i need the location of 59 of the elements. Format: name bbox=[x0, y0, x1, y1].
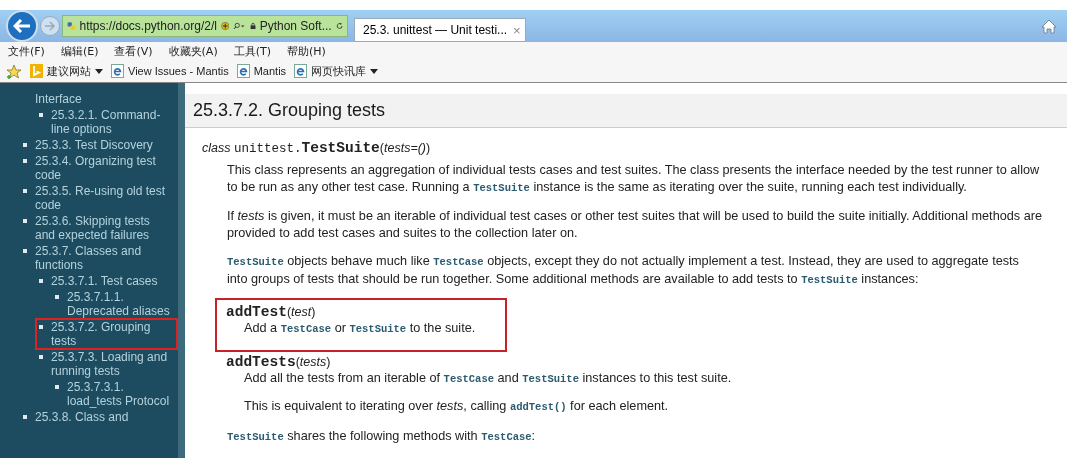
web-page-icon bbox=[294, 64, 308, 78]
section-heading: 25.3.7.2. Grouping tests bbox=[185, 94, 1067, 128]
menu-item[interactable]: 编辑(E) bbox=[60, 43, 99, 59]
paragraph-line: TestSuite shares the following methods with TestCase: bbox=[227, 428, 537, 445]
tab-title: 25.3. unittest — Unit testi... bbox=[363, 23, 508, 37]
menu-item[interactable]: 文件(F) bbox=[8, 43, 45, 59]
sidebar-link[interactable]: 25.3.8. Class and bbox=[19, 408, 134, 426]
address-bar[interactable]: https://docs.python.org/2/l Python Soft... bbox=[62, 15, 348, 37]
sidebar-link[interactable]: 25.3.7.1. Test cases bbox=[35, 272, 163, 290]
paragraph-line: Add all the tests from an iterable of TestCase and TestSuite instances to this test suite. bbox=[244, 370, 732, 387]
sidebar-link[interactable]: Interface bbox=[19, 90, 87, 108]
sidebar-link[interactable]: 25.3.2.1. Command-line options bbox=[35, 106, 178, 138]
paragraph-line: Add a TestCase or TestSuite to the suite. bbox=[244, 320, 476, 337]
paragraph-line: into groups of tests that should be run together. Some additional methods are available to add tests to TestSuite instances: bbox=[227, 271, 920, 288]
site-identity[interactable]: Python Soft... bbox=[259, 19, 332, 33]
forward-arrow-icon bbox=[44, 21, 56, 31]
favorites-link[interactable]: Mantis bbox=[236, 64, 287, 78]
lock-icon bbox=[249, 20, 256, 32]
compatibility-icon[interactable] bbox=[220, 19, 230, 33]
paragraph-line: This is equivalent to iterating over tests, calling addTest() for each element. bbox=[244, 398, 670, 415]
paragraph-line: provided to add test cases and suites to the collection later on. bbox=[227, 225, 579, 242]
favorites-star-icon[interactable] bbox=[6, 63, 22, 79]
python-logo-icon bbox=[67, 19, 76, 33]
menu-item[interactable]: 工具(T) bbox=[233, 43, 271, 59]
menu-item[interactable]: 帮助(H) bbox=[287, 43, 326, 59]
class-signature: class unittest.TestSuite(tests=()) bbox=[202, 140, 432, 156]
sidebar-link[interactable]: 25.3.7.3. Loading and running tests bbox=[35, 348, 178, 380]
sidebar-link[interactable]: 25.3.7. Classes and functions bbox=[19, 242, 178, 274]
refresh-icon[interactable] bbox=[335, 20, 343, 32]
back-arrow-icon bbox=[13, 19, 31, 33]
sidebar-link[interactable]: 25.3.3. Test Discovery bbox=[19, 136, 158, 154]
favorites-link[interactable]: View Issues - Mantis bbox=[111, 64, 229, 78]
browser-tab[interactable]: 25.3. unittest — Unit testi... × bbox=[354, 18, 526, 42]
caret-icon bbox=[370, 68, 379, 74]
sidebar-link[interactable]: 25.3.7.3.1. load_tests Protocol bbox=[51, 378, 178, 410]
sidebar-link[interactable]: 25.3.7.1.1. Deprecated aliases bbox=[51, 288, 178, 320]
sidebar-link[interactable]: 25.3.4. Organizing test code bbox=[19, 152, 178, 184]
paragraph-line: TestSuite objects behave much like TestCase objects, except they do not actually implement a test. Instead, they are used to aggregate tests bbox=[227, 253, 1020, 270]
favorites-link[interactable]: 网页快讯库 bbox=[294, 63, 379, 79]
sidebar-link[interactable]: 25.3.7.2. Grouping tests bbox=[35, 318, 178, 350]
paragraph-line: If tests is given, it must be an iterable of individual test cases or other test suites that will be used to build the suite initially. Additional methods are bbox=[227, 208, 1044, 225]
paragraph-line: to be run as any other test case. Running a TestSuite instance is the same as iterating over the suite, running each test individually. bbox=[227, 179, 968, 196]
sidebar-link[interactable]: 25.3.6. Skipping tests and expected failures bbox=[19, 212, 178, 244]
favorites-link[interactable]: 建议网站 bbox=[30, 63, 103, 79]
back-button[interactable] bbox=[6, 10, 38, 42]
method-signature: addTest(test) bbox=[226, 304, 317, 320]
home-icon[interactable] bbox=[1041, 18, 1057, 34]
paragraph-line: This class represents an aggregation of individual tests cases and test suites. The class presents the interface needed by the test runner to allow bbox=[227, 162, 1041, 179]
caret-icon bbox=[95, 68, 103, 74]
close-tab-button[interactable]: × bbox=[511, 22, 523, 38]
method-signature: addTests(tests) bbox=[226, 354, 332, 370]
web-page-icon bbox=[111, 64, 124, 78]
web-page-icon bbox=[236, 64, 250, 78]
menu-item[interactable]: 收藏夹(A) bbox=[168, 43, 218, 59]
search-icon[interactable] bbox=[233, 20, 246, 32]
bing-logo-icon bbox=[30, 64, 43, 78]
sidebar-link[interactable]: 25.3.5. Re-using old test code bbox=[19, 182, 178, 214]
menu-item[interactable]: 查看(V) bbox=[114, 43, 153, 59]
url-text: https://docs.python.org/2/l bbox=[79, 19, 217, 33]
